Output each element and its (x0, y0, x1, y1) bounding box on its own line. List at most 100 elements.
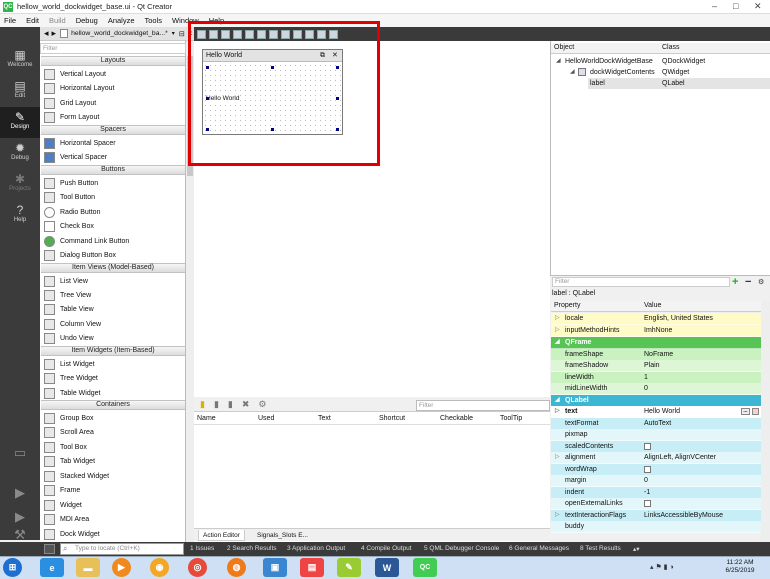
category-item-widgets[interactable]: Item Widgets (Item-Based) (41, 346, 185, 356)
prop-row-mid-line-width[interactable]: midLineWidth 0 (551, 383, 761, 395)
prop-row-word-wrap[interactable]: wordWrap (551, 464, 761, 476)
pane-qml-debugger-console[interactable]: 5 QML Debugger Console (424, 545, 499, 552)
collapse-arrow-icon[interactable]: ◢ (555, 337, 560, 349)
widget-stacked-widget[interactable]: Stacked Widget (44, 469, 109, 483)
category-item-views[interactable]: Item Views (Model-Based) (41, 263, 185, 273)
pane-search-results[interactable]: 2 Search Results (227, 545, 277, 552)
category-buttons[interactable]: Buttons (41, 165, 185, 175)
widget-group-box[interactable]: Group Box (44, 411, 93, 425)
media-icon[interactable]: ◉ (150, 558, 169, 577)
prop-row-alignment[interactable]: ▷ alignment AlignLeft, AlignVCenter (551, 452, 761, 464)
reset-property-icon[interactable] (752, 408, 759, 415)
menu-build[interactable]: Build (49, 14, 66, 27)
prop-value[interactable]: AutoText (644, 418, 671, 430)
word-wrap-checkbox[interactable] (644, 466, 651, 473)
col-class[interactable]: Class (662, 44, 680, 51)
collapse-arrow-icon[interactable]: ◢ (555, 395, 560, 407)
pane-menu-icon[interactable]: ▴▾ (633, 545, 640, 553)
maximize-icon[interactable]: □ (733, 1, 738, 11)
prop-value[interactable]: 1 (644, 372, 648, 384)
widget-vertical-layout[interactable]: Vertical Layout (44, 67, 106, 81)
widget-box-filter[interactable]: Filter (40, 43, 186, 54)
action-filter-input[interactable]: Filter (416, 400, 550, 411)
prop-group-qlabel[interactable]: ◢ QLabel (551, 395, 761, 407)
close-window-icon[interactable]: ✕ (754, 1, 762, 12)
property-filter-input[interactable]: Filter (552, 277, 730, 287)
split-icon[interactable]: ⊟ (179, 30, 185, 38)
vlc-icon[interactable]: ▶ (112, 558, 131, 577)
prop-row-frame-shadow[interactable]: frameShadow Plain (551, 360, 761, 372)
widget-push-button[interactable]: Push Button (44, 176, 98, 190)
start-button-icon[interactable]: ⊞ (3, 558, 22, 577)
pane-issues[interactable]: 1 Issues (190, 545, 214, 552)
tab-signals-slots[interactable]: Signals_Slots E... (253, 530, 312, 541)
widget-horizontal-spacer[interactable]: Horizontal Spacer (44, 136, 116, 150)
widget-dock-widget[interactable]: Dock Widget (44, 527, 100, 541)
mode-welcome[interactable]: ▦ Welcome (0, 45, 40, 76)
widget-tree-widget[interactable]: Tree Widget (44, 371, 98, 385)
app-icon[interactable]: ▣ (263, 558, 287, 577)
widget-horizontal-layout[interactable]: Horizontal Layout (44, 81, 114, 95)
expand-arrow-icon[interactable]: ▷ (555, 452, 560, 464)
qt-creator-taskbar-icon[interactable]: QC (413, 558, 437, 577)
prop-row-line-width[interactable]: lineWidth 1 (551, 372, 761, 384)
prop-value[interactable]: Hello World (644, 406, 680, 418)
prop-value[interactable]: LinksAccessibleByMouse (644, 510, 723, 522)
menu-edit[interactable]: Edit (26, 14, 39, 27)
folder-icon[interactable]: ▬ (76, 558, 100, 577)
col-checkable[interactable]: Checkable (440, 415, 473, 422)
toggle-sidebar-icon[interactable] (44, 544, 55, 554)
col-property[interactable]: Property (554, 302, 580, 309)
notepad-icon[interactable]: ✎ (337, 558, 361, 577)
widget-dialog-button-box[interactable]: Dialog Button Box (44, 248, 116, 262)
widget-table-view[interactable]: Table View (44, 302, 94, 316)
build-hammer-icon[interactable]: ⚒ (10, 527, 30, 543)
nav-back-icon[interactable]: ◂ (44, 28, 49, 39)
col-name[interactable]: Name (197, 415, 216, 422)
pane-application-output[interactable]: 3 Application Output (287, 545, 345, 552)
prop-value[interactable]: ImhNone (644, 325, 672, 337)
copy-action-icon[interactable]: ▮ (214, 399, 219, 410)
widget-tab-widget[interactable]: Tab Widget (44, 454, 95, 468)
col-used[interactable]: Used (258, 415, 274, 422)
prop-group-qframe[interactable]: ◢ QFrame (551, 337, 761, 349)
pane-compile-output[interactable]: 4 Compile Output (361, 545, 412, 552)
widget-form-layout[interactable]: Form Layout (44, 110, 99, 124)
expand-arrow-icon[interactable]: ◢ (570, 67, 575, 78)
property-scrollbar[interactable] (761, 301, 770, 541)
mode-help[interactable]: ? Help (0, 200, 40, 231)
widget-vertical-spacer[interactable]: Vertical Spacer (44, 150, 107, 164)
word-icon[interactable]: W (375, 558, 399, 577)
prop-row-locale[interactable]: ▷ locale English, United States (551, 313, 761, 325)
tree-row[interactable]: ◢ dockWidgetContents QWidget (551, 67, 770, 78)
add-property-icon[interactable]: + (732, 276, 738, 288)
debug-run-icon[interactable]: ▶ (10, 509, 30, 525)
prop-row-text-format[interactable]: textFormat AutoText (551, 418, 761, 430)
tray-icons[interactable]: ▴ ⚑ ▮ ◑ (650, 563, 674, 571)
run-icon[interactable]: ▶ (10, 485, 30, 501)
prop-row-frame-shape[interactable]: frameShape NoFrame (551, 349, 761, 361)
widget-table-widget[interactable]: Table Widget (44, 386, 100, 400)
tab-action-editor[interactable]: Action Editor (198, 530, 245, 541)
ie-icon[interactable]: e (40, 558, 64, 577)
file-dropdown-icon[interactable]: ▾ (172, 30, 175, 37)
widget-column-view[interactable]: Column View (44, 317, 101, 331)
prop-value[interactable]: English, United States (644, 313, 713, 325)
expand-arrow-icon[interactable]: ◢ (556, 56, 561, 67)
tree-row-selected[interactable]: label QLabel (588, 78, 770, 89)
configure-action-icon[interactable]: ⚙ (258, 399, 266, 410)
widget-command-link-button[interactable]: Command Link Button (44, 234, 129, 248)
mode-projects[interactable]: ✱ Projects (0, 169, 40, 200)
category-containers[interactable]: Containers (41, 400, 185, 410)
mode-edit[interactable]: ▤ Edit (0, 76, 40, 107)
monitor-icon[interactable]: ▭ (10, 445, 30, 461)
chrome-icon[interactable]: ◎ (188, 558, 207, 577)
prop-row-scaled-contents[interactable]: scaledContents (551, 441, 761, 453)
minimize-icon[interactable]: – (712, 1, 717, 11)
widget-tree-view[interactable]: Tree View (44, 288, 91, 302)
col-shortcut[interactable]: Shortcut (379, 415, 405, 422)
prop-value[interactable]: 0 (644, 383, 648, 395)
widget-check-box[interactable]: Check Box (44, 219, 94, 233)
scaled-contents-checkbox[interactable] (644, 443, 651, 450)
system-clock[interactable]: 11:22 AM 6/25/2019 (714, 559, 766, 575)
